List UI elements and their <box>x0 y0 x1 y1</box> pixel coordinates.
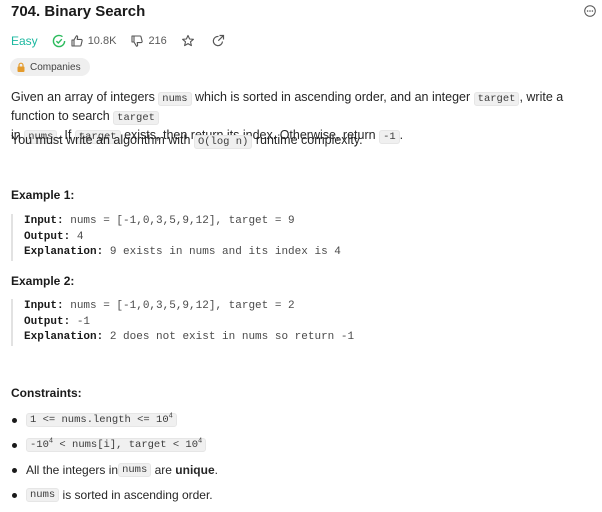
bullet <box>12 417 17 423</box>
inline-code: target <box>473 92 520 106</box>
like-count: 10.8K <box>87 35 117 47</box>
problem-title: 704. Binary Search <box>11 3 146 20</box>
inline-code: nums <box>118 463 152 477</box>
constraint-item: All the integers in nums are unique. <box>11 463 218 477</box>
inline-code: 1 <= nums.length <= 104 <box>26 413 177 427</box>
thumbs-down-icon[interactable] <box>130 34 144 48</box>
example-2-heading: Example 2: <box>11 274 75 288</box>
companies-tag[interactable]: Companies <box>10 58 90 76</box>
difficulty-badge: Easy <box>11 34 38 48</box>
bullet <box>12 442 17 448</box>
constraints-heading: Constraints: <box>11 386 82 400</box>
inline-code: -104 < nums[i], target < 104 <box>26 438 207 452</box>
lock-icon <box>16 62 26 73</box>
dislike-count: 216 <box>148 35 167 47</box>
share-icon[interactable] <box>211 34 225 48</box>
example-1-heading: Example 1: <box>11 188 75 202</box>
inline-code: target <box>113 111 159 125</box>
constraint-item: 1 <= nums.length <= 104 <box>11 413 177 427</box>
companies-label: Companies <box>30 61 81 73</box>
inline-code: nums <box>158 92 192 106</box>
inline-code: O(log n) <box>193 135 253 149</box>
thumbs-up-icon[interactable] <box>70 34 84 48</box>
bullet <box>12 492 17 498</box>
more-options-icon[interactable] <box>584 5 596 17</box>
example-2-block: Input: nums = [-1,0,3,5,9,12], target = … <box>11 299 354 346</box>
problem-meta-bar: Easy 10.8K 216 <box>11 32 229 50</box>
constraint-item: nums is sorted in ascending order. <box>11 488 213 502</box>
bullet <box>12 467 17 473</box>
inline-code: nums <box>26 488 60 502</box>
star-icon[interactable] <box>181 34 195 48</box>
check-circle-icon <box>52 34 66 48</box>
example-1-block: Input: nums = [-1,0,3,5,9,12], target = … <box>11 214 341 261</box>
constraint-item: -104 < nums[i], target < 104 <box>11 438 207 452</box>
complexity-paragraph: You must write an algorithm with O(log n… <box>11 133 363 149</box>
